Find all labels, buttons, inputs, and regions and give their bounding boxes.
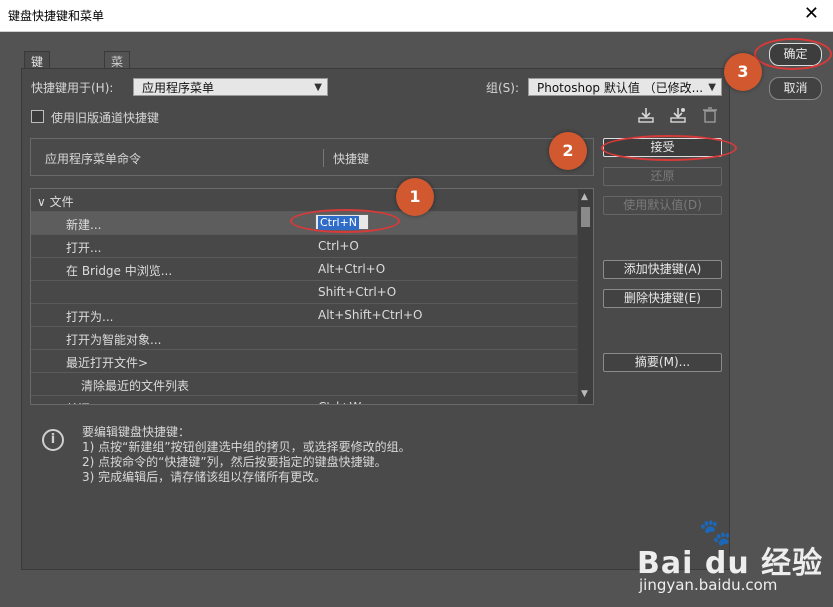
use-default-button[interactable]: 使用默认值(D) bbox=[603, 196, 722, 215]
chevron-down-icon: ▼ bbox=[314, 82, 322, 93]
close-icon[interactable]: ✕ bbox=[804, 3, 819, 24]
shortcut-value[interactable]: Alt+Ctrl+O bbox=[318, 262, 385, 276]
scrollbar-thumb[interactable] bbox=[581, 207, 590, 227]
add-shortcut-button[interactable]: 添加快捷键(A) bbox=[603, 260, 722, 279]
table-row[interactable]: 打开为... Alt+Shift+Ctrl+O bbox=[31, 304, 577, 327]
command-name: 清除最近的文件列表 bbox=[81, 379, 190, 393]
baidu-watermark: 🐾 Bai du 经验 jingyan.baidu.com bbox=[637, 518, 827, 598]
help-line: 2) 点按命令的“快捷键”列，然后按要指定的键盘快捷键。 bbox=[82, 455, 387, 469]
group-select[interactable]: Photoshop 默认值 （已修改... ▼ bbox=[528, 78, 722, 96]
info-icon: i bbox=[42, 429, 64, 451]
delete-shortcut-button[interactable]: 删除快捷键(E) bbox=[603, 289, 722, 308]
vertical-scrollbar[interactable]: ▲ ▼ bbox=[578, 189, 593, 404]
shortcuts-for-label: 快捷键用于(H): bbox=[31, 81, 114, 95]
legacy-channel-shortcuts-label: 使用旧版通道快捷键 bbox=[51, 111, 160, 125]
legacy-channel-shortcuts-checkbox[interactable] bbox=[31, 110, 44, 123]
save-set-icon[interactable] bbox=[636, 106, 656, 124]
cancel-button[interactable]: 取消 bbox=[769, 77, 822, 100]
scroll-down-icon[interactable]: ▼ bbox=[581, 389, 588, 399]
watermark-url: jingyan.baidu.com bbox=[639, 576, 778, 594]
command-name: 最近打开文件> bbox=[66, 356, 149, 370]
column-header-shortcut: 快捷键 bbox=[333, 152, 370, 166]
help-text: 要编辑键盘快捷键： 1) 点按“新建组”按钮创建选中组的拷贝，或选择要修改的组。… bbox=[82, 425, 411, 485]
undo-button[interactable]: 还原 bbox=[603, 167, 722, 186]
table-row[interactable]: 打开为智能对象... bbox=[31, 327, 577, 350]
shortcut-value[interactable]: Ctrl+W bbox=[318, 400, 361, 404]
help-line: 要编辑键盘快捷键： bbox=[82, 425, 191, 439]
title-bar: 键盘快捷键和菜单 ✕ bbox=[0, 0, 833, 32]
table-row[interactable]: Shift+Ctrl+O bbox=[31, 281, 577, 304]
annotation-badge-2: 2 bbox=[549, 132, 587, 170]
column-divider bbox=[323, 149, 324, 167]
help-info: i 要编辑键盘快捷键： 1) 点按“新建组”按钮创建选中组的拷贝，或选择要修改的… bbox=[40, 425, 680, 485]
delete-icon[interactable] bbox=[700, 106, 720, 124]
command-name: 关闭 bbox=[66, 400, 90, 404]
table-row[interactable]: 清除最近的文件列表 bbox=[31, 373, 577, 396]
table-row[interactable]: ∨ 文件 bbox=[31, 189, 577, 212]
summarize-button[interactable]: 摘要(M)... bbox=[603, 353, 722, 372]
shortcut-value[interactable]: Ctrl+O bbox=[318, 239, 359, 253]
command-name: 打开为... bbox=[66, 310, 114, 324]
annotation-badge-3: 3 bbox=[724, 53, 762, 91]
shortcut-value[interactable]: Alt+Shift+Ctrl+O bbox=[318, 308, 422, 322]
command-name: 在 Bridge 中浏览... bbox=[66, 264, 173, 278]
chevron-down-icon: ▼ bbox=[708, 82, 716, 93]
shortcuts-for-select[interactable]: 应用程序菜单 ▼ bbox=[133, 78, 328, 96]
annotation-ring-ok bbox=[754, 38, 832, 70]
column-header-command: 应用程序菜单命令 bbox=[45, 152, 142, 166]
table-row[interactable]: 打开... Ctrl+O bbox=[31, 235, 577, 258]
shortcuts-for-value: 应用程序菜单 bbox=[142, 81, 215, 95]
annotation-ring-accept bbox=[601, 135, 737, 161]
help-line: 1) 点按“新建组”按钮创建选中组的拷贝，或选择要修改的组。 bbox=[82, 440, 411, 454]
scroll-up-icon[interactable]: ▲ bbox=[581, 192, 588, 202]
command-name: 打开为智能对象... bbox=[66, 333, 162, 347]
window-title: 键盘快捷键和菜单 bbox=[8, 9, 105, 23]
command-name: 新建... bbox=[66, 218, 102, 232]
table-header: 应用程序菜单命令 快捷键 bbox=[30, 138, 594, 176]
table-row[interactable]: 最近打开文件> bbox=[31, 350, 577, 373]
table-row[interactable]: 在 Bridge 中浏览... Alt+Ctrl+O bbox=[31, 258, 577, 281]
annotation-badge-1: 1 bbox=[396, 178, 434, 216]
help-line: 3) 完成编辑后，请存储该组以存储所有更改。 bbox=[82, 470, 327, 484]
command-name: ∨ 文件 bbox=[37, 195, 74, 209]
table-row[interactable]: 关闭 Ctrl+W bbox=[31, 396, 577, 404]
group-value: Photoshop 默认值 （已修改... bbox=[537, 81, 704, 95]
shortcut-value[interactable]: Shift+Ctrl+O bbox=[318, 285, 396, 299]
annotation-ring-shortcut bbox=[290, 209, 400, 233]
group-label: 组(S): bbox=[486, 81, 520, 95]
save-as-icon[interactable] bbox=[668, 106, 688, 124]
command-name: 打开... bbox=[66, 241, 102, 255]
